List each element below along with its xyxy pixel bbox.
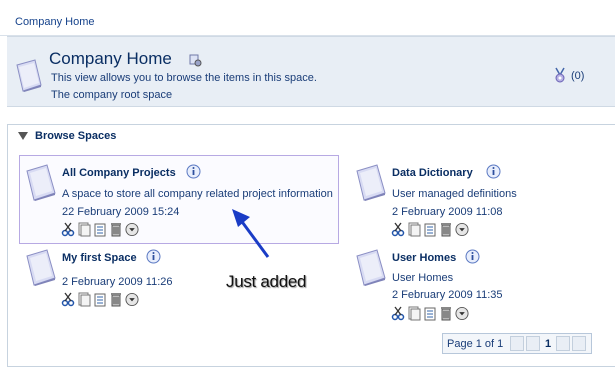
current-page-number: 1 — [545, 338, 552, 350]
item-count: (0) — [571, 70, 585, 82]
browse-spaces-toggle[interactable]: Browse Spaces — [18, 130, 116, 142]
cut-icon[interactable] — [391, 222, 405, 237]
space-actions — [61, 292, 139, 307]
space-details-icon[interactable] — [188, 53, 202, 67]
space-description: User Homes — [392, 272, 454, 284]
delete-icon[interactable] — [109, 222, 123, 237]
pager-label: Page 1 of 1 — [447, 338, 504, 350]
space-folder-icon — [26, 164, 56, 201]
space-title-link[interactable]: User Homes — [392, 252, 456, 264]
copy-icon[interactable] — [77, 222, 91, 237]
annotation-label: Just added — [226, 272, 307, 291]
first-page-icon[interactable] — [510, 336, 524, 351]
cut-icon[interactable] — [61, 222, 75, 237]
copy-icon[interactable] — [407, 306, 421, 321]
rss-feed-icon[interactable] — [553, 67, 567, 83]
more-actions-icon[interactable] — [125, 222, 139, 237]
space-folder-icon — [356, 164, 386, 201]
paste-icon[interactable] — [93, 222, 107, 237]
space-item[interactable]: My first Space 2 February 2009 11:26 — [25, 249, 225, 309]
header-description: The company root space — [51, 89, 173, 101]
copy-icon[interactable] — [77, 292, 91, 307]
info-icon[interactable] — [465, 249, 480, 264]
space-folder-icon — [356, 249, 386, 286]
space-actions — [391, 306, 469, 321]
info-icon[interactable] — [146, 249, 161, 264]
prev-page-icon[interactable] — [526, 336, 540, 351]
cut-icon[interactable] — [391, 306, 405, 321]
space-title-link[interactable]: All Company Projects — [62, 167, 176, 179]
space-date: 22 February 2009 15:24 — [62, 206, 180, 218]
cut-icon[interactable] — [61, 292, 75, 307]
delete-icon[interactable] — [439, 222, 453, 237]
copy-icon[interactable] — [407, 222, 421, 237]
space-actions — [391, 222, 469, 237]
space-folder-icon — [26, 249, 56, 286]
space-date: 2 February 2009 11:35 — [392, 289, 503, 301]
space-header: Company Home This view allows you to bro… — [7, 36, 615, 107]
space-folder-icon — [16, 59, 42, 92]
next-page-icon[interactable] — [556, 336, 570, 351]
collapse-triangle-icon — [18, 132, 28, 140]
paste-icon[interactable] — [423, 306, 437, 321]
more-actions-icon[interactable] — [455, 306, 469, 321]
space-date: 2 February 2009 11:26 — [62, 276, 173, 288]
annotation-arrow-icon — [232, 209, 270, 258]
space-title-link[interactable]: Data Dictionary — [392, 167, 473, 179]
last-page-icon[interactable] — [572, 336, 586, 351]
breadcrumb: Company Home — [0, 0, 615, 36]
pager: Page 1 of 1 1 — [442, 333, 592, 354]
paste-icon[interactable] — [93, 292, 107, 307]
delete-icon[interactable] — [439, 306, 453, 321]
space-date: 2 February 2009 11:08 — [392, 206, 503, 218]
space-actions — [61, 222, 139, 237]
space-title-link[interactable]: My first Space — [62, 252, 137, 264]
more-actions-icon[interactable] — [125, 292, 139, 307]
space-item[interactable]: User Homes User Homes 2 February 2009 11… — [355, 249, 605, 329]
page-title: Company Home — [49, 49, 172, 68]
delete-icon[interactable] — [109, 292, 123, 307]
space-description: User managed definitions — [392, 188, 517, 200]
browse-spaces-heading: Browse Spaces — [35, 130, 117, 142]
more-actions-icon[interactable] — [455, 222, 469, 237]
space-item[interactable]: Data Dictionary User managed definitions… — [355, 164, 605, 244]
breadcrumb-company-home[interactable]: Company Home — [15, 16, 94, 28]
info-icon[interactable] — [486, 164, 501, 179]
paste-icon[interactable] — [423, 222, 437, 237]
space-description: A space to store all company related pro… — [62, 188, 333, 200]
space-item[interactable]: All Company Projects A space to store al… — [25, 164, 335, 244]
info-icon[interactable] — [186, 164, 201, 179]
header-subtitle: This view allows you to browse the items… — [51, 72, 317, 84]
